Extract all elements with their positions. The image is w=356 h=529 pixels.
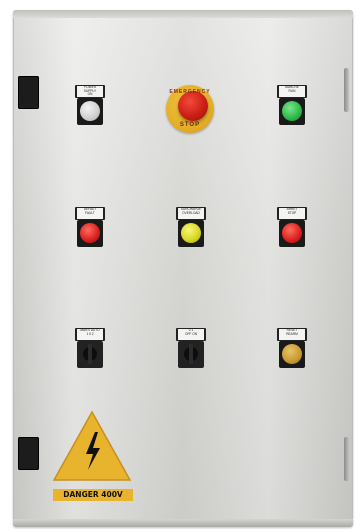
- label-plate: 0 1 OFF ON: [176, 328, 206, 341]
- onoff-selector-label: 0 1 OFF ON: [178, 329, 204, 340]
- label-plate: POWER SUPPLY ON: [75, 85, 105, 98]
- amber-push-button[interactable]: [282, 344, 302, 364]
- selector-handle[interactable]: [88, 344, 92, 364]
- door-handle-top[interactable]: [344, 68, 349, 112]
- indicator-housing: [178, 220, 204, 247]
- fault-indicator-module: DEFAUT FAULT: [75, 207, 105, 247]
- indicator-housing: [77, 220, 103, 247]
- button-housing: [279, 220, 305, 247]
- label-plate: MAN 0 AUTO 1 0 2: [75, 328, 105, 341]
- selector-handle[interactable]: [189, 344, 193, 364]
- onoff-selector-module: 0 1 OFF ON: [176, 328, 206, 368]
- fault-indicator-label: DEFAUT FAULT: [77, 208, 103, 219]
- run-button-label: MARCHE RUN: [279, 86, 305, 97]
- cabinet-top-edge: [13, 10, 353, 18]
- green-push-button[interactable]: [282, 101, 302, 121]
- emergency-stop-top-text: EMERGENCY: [169, 89, 211, 95]
- label-plate: SURCHARGE OVERLOAD: [176, 207, 206, 220]
- indicator-housing: [77, 98, 103, 125]
- stop-button-module: ARRET STOP: [277, 207, 307, 247]
- label-plate: RESET REARM: [277, 328, 307, 341]
- button-housing: [279, 341, 305, 368]
- emergency-stop-button[interactable]: [178, 91, 208, 121]
- red-push-button[interactable]: [282, 223, 302, 243]
- run-button-module: MARCHE RUN: [277, 85, 307, 125]
- red-indicator-light-icon: [80, 223, 100, 243]
- power-indicator-label: POWER SUPPLY ON: [77, 86, 103, 97]
- label-plate: DEFAUT FAULT: [75, 207, 105, 220]
- label-plate: ARRET STOP: [277, 207, 307, 220]
- page: POWER SUPPLY ON EMERGENCY STOP MARCHE RU…: [0, 0, 356, 529]
- overload-indicator-module: SURCHARGE OVERLOAD: [176, 207, 206, 247]
- overload-indicator-label: SURCHARGE OVERLOAD: [178, 208, 204, 219]
- mode-selector-module: MAN 0 AUTO 1 0 2: [75, 328, 105, 368]
- cabinet-bottom-edge: [13, 519, 353, 527]
- reset-button-label: RESET REARM: [279, 329, 305, 340]
- power-indicator-module: POWER SUPPLY ON: [75, 85, 105, 125]
- stop-button-label: ARRET STOP: [279, 208, 305, 219]
- door-handle-bottom[interactable]: [344, 437, 349, 481]
- mode-selector-label: MAN 0 AUTO 1 0 2: [77, 329, 103, 340]
- button-housing: [279, 98, 305, 125]
- selector-housing: [77, 341, 103, 368]
- danger-voltage-label: DANGER 400V: [53, 489, 133, 501]
- high-voltage-warning-icon: [52, 410, 132, 481]
- yellow-indicator-light-icon: [181, 223, 201, 243]
- emergency-stop-bottom-text: STOP: [179, 122, 201, 128]
- reset-button-module: RESET REARM: [277, 328, 307, 368]
- label-plate: MARCHE RUN: [277, 85, 307, 98]
- white-indicator-light-icon: [80, 101, 100, 121]
- hinge-top-icon: [18, 76, 39, 109]
- hinge-bottom-icon: [18, 437, 39, 470]
- selector-housing: [178, 341, 204, 368]
